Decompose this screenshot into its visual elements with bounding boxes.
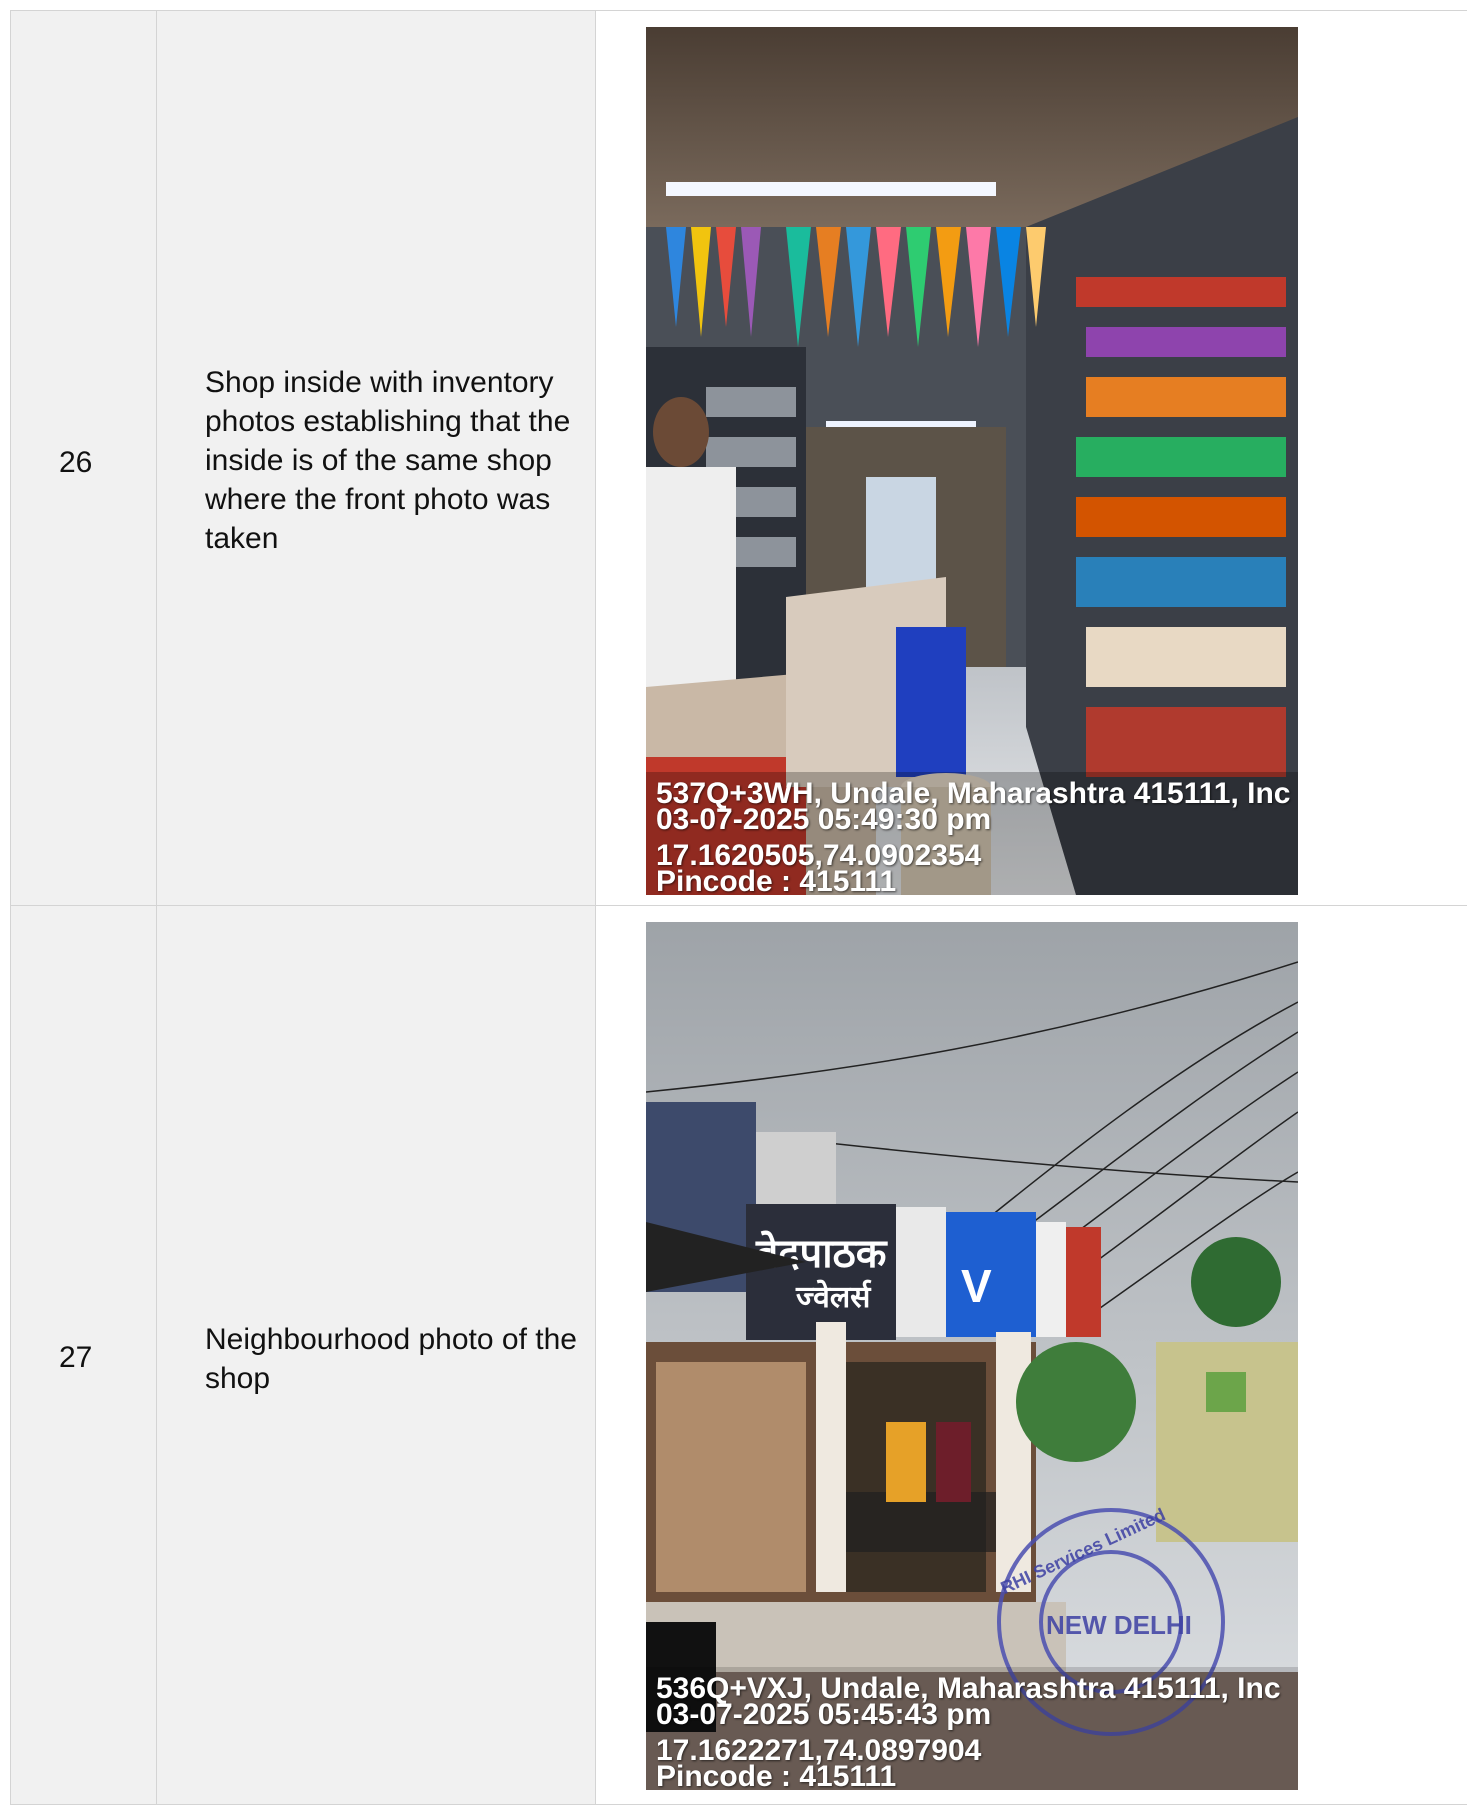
svg-text:ज्वेलर्स: ज्वेलर्स	[795, 1279, 872, 1315]
serial-number-cell: 26	[10, 10, 157, 906]
svg-text:NEW DELHI: NEW DELHI	[1046, 1610, 1192, 1640]
shop-interior-photo: 537Q+3WH, Undale, Maharashtra 415111, In…	[646, 27, 1298, 895]
photo-cell: 537Q+3WH, Undale, Maharashtra 415111, In…	[595, 10, 1467, 906]
photo-cell: वेदपाठक ज्वेलर्स V NEW DELHI RHI Service…	[595, 905, 1467, 1805]
photo-timestamp: 03-07-2025 05:45:43 pm	[656, 1698, 992, 1731]
table-row: 26 Shop inside with inventory photos est…	[10, 10, 1467, 906]
table-row: 27 Neighbourhood photo of the shop वेदपा…	[10, 905, 1467, 1805]
svg-text:वेदपाठक: वेदपाठक	[755, 1230, 888, 1277]
neighbourhood-photo: वेदपाठक ज्वेलर्स V NEW DELHI RHI Service…	[646, 922, 1298, 1790]
photo-pincode: Pincode : 415111	[656, 1760, 897, 1791]
description-text: Shop inside with inventory photos establ…	[205, 366, 571, 555]
photo-timestamp: 03-07-2025 05:49:30 pm	[656, 803, 992, 836]
serial-number: 27	[59, 1341, 93, 1374]
description-text: Neighbourhood photo of the shop	[205, 1323, 577, 1395]
serial-number-cell: 27	[10, 905, 157, 1805]
description-cell: Shop inside with inventory photos establ…	[156, 10, 596, 906]
description-cell: Neighbourhood photo of the shop	[156, 905, 596, 1805]
svg-text:V: V	[961, 1260, 992, 1312]
photo-pincode: Pincode : 415111	[656, 865, 897, 896]
serial-number: 26	[59, 446, 93, 479]
